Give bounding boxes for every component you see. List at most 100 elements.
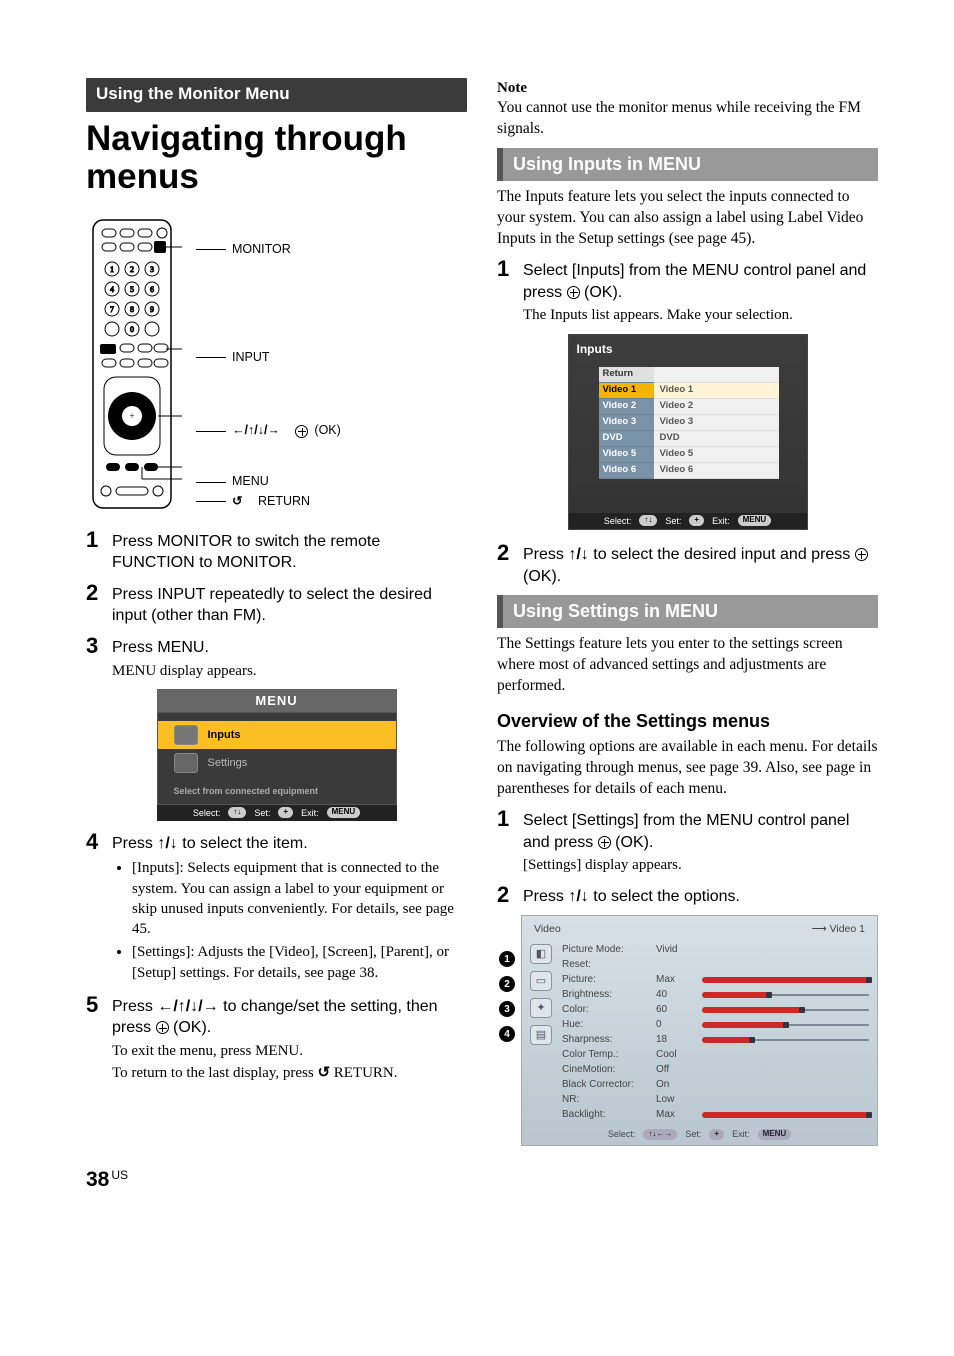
- inputs-table: Return Video 1Video 1 Video 2Video 2 Vid…: [599, 367, 779, 479]
- remote-diagram: 1 2 3 4 5 6 7 8 9 0: [92, 219, 467, 515]
- cell: Video 3: [599, 415, 654, 431]
- bullet: [Settings]: Adjusts the [Video], [Screen…: [132, 942, 467, 983]
- settings-row[interactable]: Picture Mode:Vivid: [562, 942, 869, 957]
- settings-row[interactable]: Sharpness: 18: [562, 1032, 869, 1047]
- svg-text:4: 4: [110, 285, 114, 294]
- plus-icon: +: [689, 515, 704, 526]
- table-row[interactable]: Video 3Video 3: [599, 415, 779, 431]
- setting-key: Color:: [562, 1003, 650, 1017]
- settings-row[interactable]: Black Corrector:On: [562, 1077, 869, 1092]
- step-text: Press to select the item.: [112, 833, 467, 855]
- updown-icon: [568, 888, 588, 905]
- menu-settings-label: Settings: [208, 756, 248, 771]
- menu-settings[interactable]: Settings: [158, 749, 396, 777]
- step-text: Press to change/set the setting, then pr…: [112, 996, 467, 1039]
- settings-intro: The Settings feature lets you enter to t…: [497, 634, 878, 697]
- step-num: 4: [86, 831, 104, 986]
- table-row[interactable]: Video 5Video 5: [599, 447, 779, 463]
- setting-key: Color Temp.:: [562, 1048, 650, 1062]
- remote-svg: 1 2 3 4 5 6 7 8 9 0: [92, 219, 182, 509]
- settings-row[interactable]: NR:Low: [562, 1092, 869, 1107]
- arrows-icon: [232, 424, 280, 438]
- menu-inputs-label: Inputs: [208, 728, 241, 743]
- footer-exit: Exit:: [712, 515, 730, 527]
- video-tab: Video: [534, 922, 561, 936]
- inputs-step-1: 1 Select [Inputs] from the MENU control …: [497, 258, 878, 325]
- table-row[interactable]: Video 1Video 1: [599, 383, 779, 399]
- ok-icon: [156, 1021, 169, 1034]
- svg-text:2: 2: [130, 265, 134, 274]
- footer-select: Select:: [193, 807, 221, 819]
- cell: DVD: [599, 431, 654, 447]
- inputs-step-2: 2 Press to select the desired input and …: [497, 542, 878, 587]
- svg-text:0: 0: [130, 325, 134, 334]
- setting-key: Sharpness:: [562, 1033, 650, 1047]
- settings-row[interactable]: Reset:: [562, 957, 869, 972]
- step-num: 5: [86, 994, 104, 1084]
- footer-set: Set:: [254, 807, 270, 819]
- settings-row[interactable]: CineMotion:Off: [562, 1062, 869, 1077]
- step-text: Press INPUT repeatedly to select the des…: [112, 584, 467, 627]
- footer-set: Set:: [665, 515, 681, 527]
- inputs-screen: Inputs Return Video 1Video 1 Video 2Vide…: [568, 334, 808, 530]
- settings-row[interactable]: Hue:0: [562, 1017, 869, 1032]
- slider[interactable]: [702, 992, 869, 998]
- inputs-footer: Select:↑↓ Set:+ Exit:MENU: [569, 513, 807, 529]
- step-text: Select [Inputs] from the MENU control pa…: [523, 260, 878, 303]
- settings-row[interactable]: Color:60: [562, 1002, 869, 1017]
- return-icon: ↺: [317, 1065, 330, 1081]
- slider[interactable]: [702, 1007, 869, 1013]
- slider[interactable]: [702, 977, 869, 983]
- step-text: Press MONITOR to switch the remote FUNCT…: [112, 531, 467, 574]
- settings-row[interactable]: Backlight:Max: [562, 1107, 869, 1122]
- icon-setup[interactable]: ▤: [530, 1025, 552, 1045]
- slider[interactable]: [702, 1022, 869, 1028]
- settings-row[interactable]: Color Temp.:Cool: [562, 1047, 869, 1062]
- cell: [654, 367, 779, 383]
- settings-row[interactable]: Brightness:40: [562, 987, 869, 1002]
- updown-icon: [568, 546, 588, 563]
- step-text: Select [Settings] from the MENU control …: [523, 810, 878, 853]
- svg-text:3: 3: [150, 265, 154, 274]
- settings-icon: [174, 753, 198, 773]
- step-num: 3: [86, 635, 104, 681]
- inputs-intro: The Inputs feature lets you select the i…: [497, 187, 878, 250]
- icon-parent[interactable]: ✦: [530, 998, 552, 1018]
- slider[interactable]: [702, 1037, 869, 1043]
- icon-screen[interactable]: ▭: [530, 971, 552, 991]
- inputs-bar: Using Inputs in MENU: [497, 148, 878, 181]
- setting-value: 40: [656, 988, 696, 1002]
- cell: Video 6: [654, 463, 779, 479]
- menu-inputs[interactable]: Inputs: [158, 721, 396, 749]
- step-num: 2: [86, 582, 104, 627]
- ok-icon: [855, 548, 868, 561]
- slider[interactable]: [702, 1112, 869, 1118]
- table-row[interactable]: Video 2Video 2: [599, 399, 779, 415]
- table-row[interactable]: Video 6Video 6: [599, 463, 779, 479]
- table-row[interactable]: Return: [599, 367, 779, 383]
- page-number: 38: [86, 1168, 109, 1191]
- overview-heading: Overview of the Settings menus: [497, 709, 878, 733]
- step-sub: To return to the last display, press ↺ R…: [112, 1063, 467, 1083]
- setting-value: 18: [656, 1033, 696, 1047]
- cell: Video 1: [654, 383, 779, 399]
- setting-key: NR:: [562, 1093, 650, 1107]
- label-return: RETURN: [258, 495, 310, 509]
- menu-chip: MENU: [738, 515, 772, 526]
- cell: DVD: [654, 431, 779, 447]
- arrows-icon: [157, 998, 218, 1015]
- cell: Video 2: [599, 399, 654, 415]
- table-row[interactable]: DVDDVD: [599, 431, 779, 447]
- step-sub: [Settings] display appears.: [523, 855, 878, 875]
- video-settings-figure: 1 2 3 4 Video ⟶ Video 1 ◧ ▭ ✦ ▤ Pic: [499, 915, 878, 1145]
- settings-row[interactable]: Picture:Max: [562, 972, 869, 987]
- setting-value: Vivid: [656, 943, 696, 957]
- inputs-icon: [174, 725, 198, 745]
- note-heading: Note: [497, 78, 878, 98]
- step-text: Press to select the options.: [523, 886, 878, 908]
- updown-icon: ↑↓: [228, 807, 246, 818]
- icon-picture[interactable]: ◧: [530, 944, 552, 964]
- setting-key: Black Corrector:: [562, 1078, 650, 1092]
- svg-text:6: 6: [150, 285, 154, 294]
- setting-value: Max: [656, 1108, 696, 1122]
